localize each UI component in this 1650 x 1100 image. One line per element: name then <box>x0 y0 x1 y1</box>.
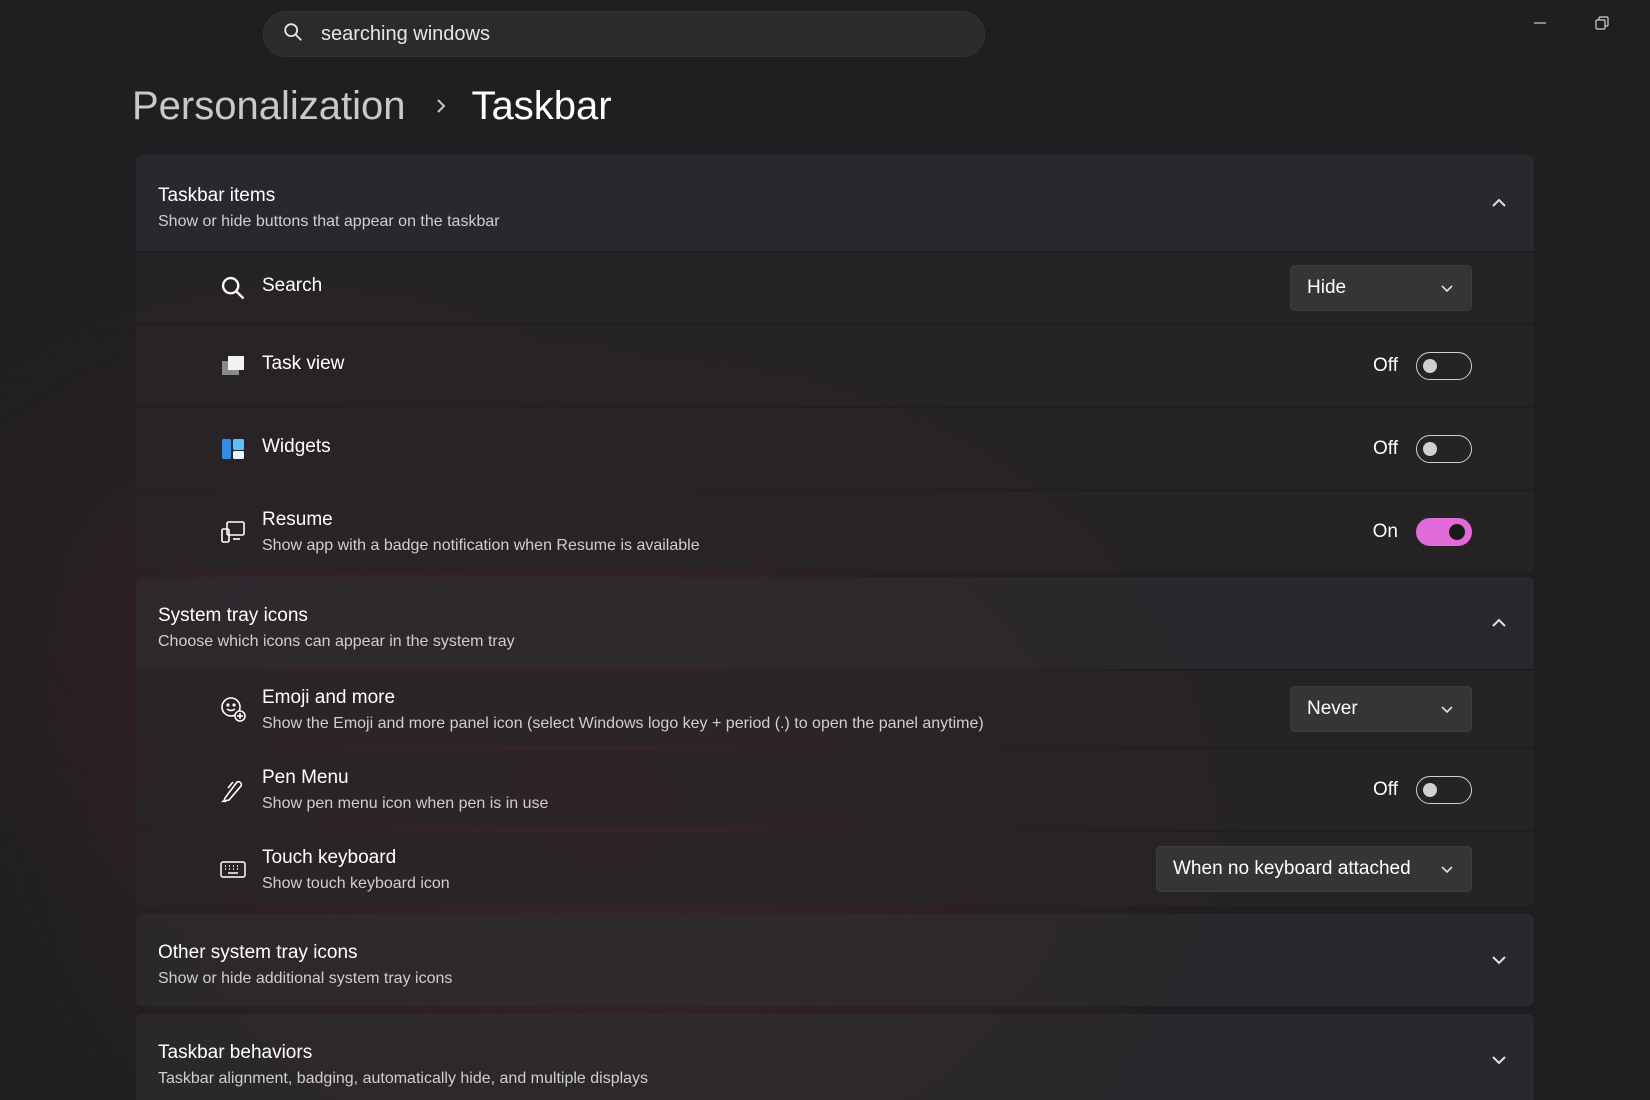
section-subtitle: Taskbar alignment, badging, automaticall… <box>158 1070 649 1087</box>
section-subtitle: Show or hide additional system tray icon… <box>158 970 453 987</box>
minimize-button[interactable] <box>1518 10 1562 40</box>
search-input[interactable]: searching windows <box>321 23 490 46</box>
breadcrumb-personalization[interactable]: Personalization <box>132 84 406 129</box>
setting-title: Widgets <box>262 436 331 457</box>
breadcrumb: Personalization Taskbar <box>132 78 612 134</box>
setting-subtitle: Show touch keyboard icon <box>262 875 450 892</box>
chevron-down-icon[interactable] <box>1490 1051 1508 1069</box>
pen-menu-toggle[interactable] <box>1416 775 1472 804</box>
emoji-icon <box>218 694 248 724</box>
resume-toggle[interactable] <box>1416 517 1472 546</box>
pen-icon <box>218 775 248 805</box>
dropdown-value: When no keyboard attached <box>1173 858 1411 879</box>
page-title: Taskbar <box>471 83 612 128</box>
toggle-state-label: On <box>1372 520 1398 542</box>
task-view-toggle[interactable] <box>1416 351 1472 380</box>
setting-title: Touch keyboard <box>262 847 397 868</box>
section-other-system-tray-icons: Other system tray icons Show or hide add… <box>136 914 1534 1006</box>
setting-row-emoji: Emoji and more Show the Emoji and more p… <box>136 671 1534 747</box>
minimize-icon <box>1532 15 1548 36</box>
search-box[interactable]: searching windows <box>263 11 985 57</box>
section-subtitle: Show or hide buttons that appear on the … <box>158 213 500 230</box>
dropdown-value: Hide <box>1307 277 1347 298</box>
section-subtitle: Choose which icons can appear in the sys… <box>158 633 515 650</box>
behaviors-header[interactable]: Taskbar behaviors Taskbar alignment, bad… <box>136 1014 1534 1100</box>
chevron-right-icon <box>432 97 450 115</box>
setting-row-search: Search Hide <box>136 253 1534 323</box>
section-title: Taskbar behaviors <box>158 1042 313 1063</box>
chevron-up-icon[interactable] <box>1490 614 1508 632</box>
chevron-down-icon <box>1439 861 1455 877</box>
setting-title: Task view <box>262 353 345 374</box>
widgets-icon <box>218 434 248 464</box>
section-title: Taskbar items <box>158 185 276 206</box>
section-system-tray-icons: System tray icons Choose which icons can… <box>136 577 1534 906</box>
touch-keyboard-dropdown[interactable]: When no keyboard attached <box>1156 846 1472 892</box>
toggle-state-label: Off <box>1373 354 1398 376</box>
setting-title: Emoji and more <box>262 687 396 708</box>
restore-icon <box>1594 15 1610 36</box>
setting-row-touch-keyboard: Touch keyboard Show touch keyboard icon … <box>136 832 1534 906</box>
widgets-toggle[interactable] <box>1416 434 1472 463</box>
setting-row-resume: Resume Show app with a badge notificatio… <box>136 491 1534 572</box>
section-title: System tray icons <box>158 605 308 626</box>
other-tray-header[interactable]: Other system tray icons Show or hide add… <box>136 914 1534 1006</box>
restore-button[interactable] <box>1580 10 1624 40</box>
resume-icon <box>218 517 248 547</box>
toggle-state-label: Off <box>1373 778 1398 800</box>
chevron-down-icon <box>1439 280 1455 296</box>
setting-row-pen-menu: Pen Menu Show pen menu icon when pen is … <box>136 749 1534 830</box>
setting-title: Search <box>262 275 323 296</box>
setting-subtitle: Show pen menu icon when pen is in use <box>262 795 549 812</box>
keyboard-icon <box>218 854 248 884</box>
section-taskbar-behaviors: Taskbar behaviors Taskbar alignment, bad… <box>136 1014 1534 1100</box>
emoji-visibility-dropdown[interactable]: Never <box>1290 686 1472 732</box>
chevron-down-icon <box>1439 701 1455 717</box>
chevron-down-icon[interactable] <box>1490 951 1508 969</box>
setting-title: Resume <box>262 509 333 530</box>
chevron-up-icon[interactable] <box>1490 194 1508 212</box>
setting-subtitle: Show app with a badge notification when … <box>262 537 700 554</box>
search-icon <box>218 273 248 303</box>
section-title: Other system tray icons <box>158 942 358 963</box>
task-view-icon <box>218 351 248 381</box>
setting-row-widgets: Widgets Off <box>136 408 1534 489</box>
taskbar-items-header[interactable]: Taskbar items Show or hide buttons that … <box>136 155 1534 251</box>
system-tray-header[interactable]: System tray icons Choose which icons can… <box>136 577 1534 669</box>
setting-title: Pen Menu <box>262 767 349 788</box>
dropdown-value: Never <box>1307 698 1358 719</box>
toggle-state-label: Off <box>1373 437 1398 459</box>
section-taskbar-items: Taskbar items Show or hide buttons that … <box>136 155 1534 572</box>
search-icon <box>282 21 304 48</box>
setting-subtitle: Show the Emoji and more panel icon (sele… <box>262 715 984 732</box>
search-visibility-dropdown[interactable]: Hide <box>1290 265 1472 311</box>
setting-row-task-view: Task view Off <box>136 325 1534 406</box>
